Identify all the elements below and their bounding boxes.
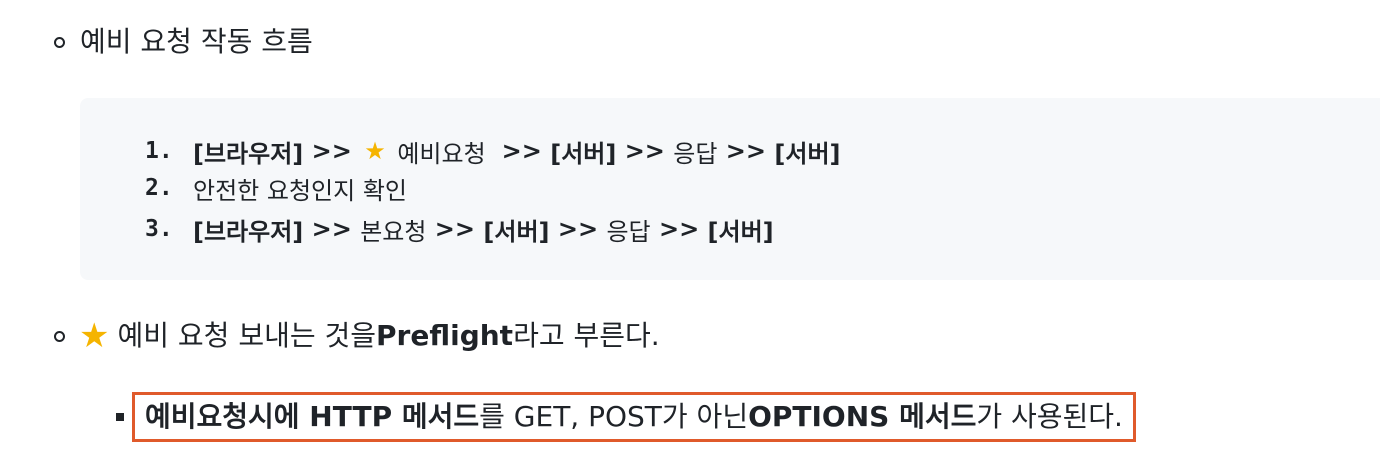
line-number: 1. [145, 138, 173, 164]
preflight-http-method-text: 예비요청시에 HTTP 메서드 [145, 400, 480, 433]
list-item-text: 예비 요청 작동 흐름 [80, 25, 313, 58]
arrow-separator: >> [616, 137, 674, 165]
preflight-label: 예비요청 [389, 139, 494, 168]
code-line-2: 2. 안전한 요청인지 확인 [145, 170, 407, 206]
circle-bullet-icon [54, 36, 65, 48]
main-request-label: 본요청 [360, 217, 427, 246]
definition-text-before: 예비 요청 보내는 것을 [117, 319, 377, 352]
response-label: 응답 [606, 217, 651, 246]
server-label: [서버] [550, 139, 617, 168]
preflight-term: Preflight [376, 319, 514, 352]
arrow-separator: >> [303, 215, 361, 243]
options-method-text: OPTIONS 메서드 [748, 400, 977, 433]
list-item-preflight-definition: ★ 예비 요청 보내는 것을 Preflight 라고 부른다. [54, 316, 660, 356]
code-line-1: 1. [브라우저] >> ★ 예비요청 >> [서버] >> 응답 >> [서버… [145, 133, 841, 169]
document-page: 예비 요청 작동 흐름 1. [브라우저] >> ★ 예비요청 >> [서버] … [0, 0, 1380, 468]
safety-check-text: 안전한 요청인지 확인 [193, 176, 407, 205]
list-item-options-method: 예비요청시에 HTTP 메서드 를 GET, POST가 아닌 OPTIONS … [116, 392, 1136, 442]
line-number: 2. [145, 175, 173, 201]
circle-bullet-icon [54, 330, 65, 342]
arrow-separator: >> [493, 137, 551, 165]
server-label: [서버] [483, 217, 550, 246]
star-icon: ★ [364, 137, 386, 165]
definition-text-after: 라고 부른다. [513, 319, 660, 352]
method-text-middle: 를 GET, POST가 아닌 [479, 400, 749, 433]
line-number: 3. [145, 216, 173, 242]
server-label: [서버] [707, 217, 774, 246]
star-icon: ★ [79, 316, 110, 356]
browser-label: [브라우저] [193, 217, 304, 246]
arrow-separator: >> [650, 215, 708, 243]
arrow-separator: >> [549, 215, 607, 243]
arrow-separator: >> [426, 215, 484, 243]
method-text-end: 가 사용된다. [976, 400, 1123, 433]
arrow-separator: >> [303, 137, 361, 165]
browser-label: [브라우저] [193, 139, 304, 168]
square-bullet-icon [116, 413, 124, 421]
code-line-3: 3. [브라우저] >> 본요청 >> [서버] >> 응답 >> [서버] [145, 211, 774, 247]
server-label: [서버] [774, 139, 841, 168]
arrow-separator: >> [717, 137, 775, 165]
list-item-preflight-flow: 예비 요청 작동 흐름 [54, 22, 313, 62]
highlight-box: 예비요청시에 HTTP 메서드 를 GET, POST가 아닌 OPTIONS … [132, 392, 1136, 442]
response-label: 응답 [673, 139, 718, 168]
